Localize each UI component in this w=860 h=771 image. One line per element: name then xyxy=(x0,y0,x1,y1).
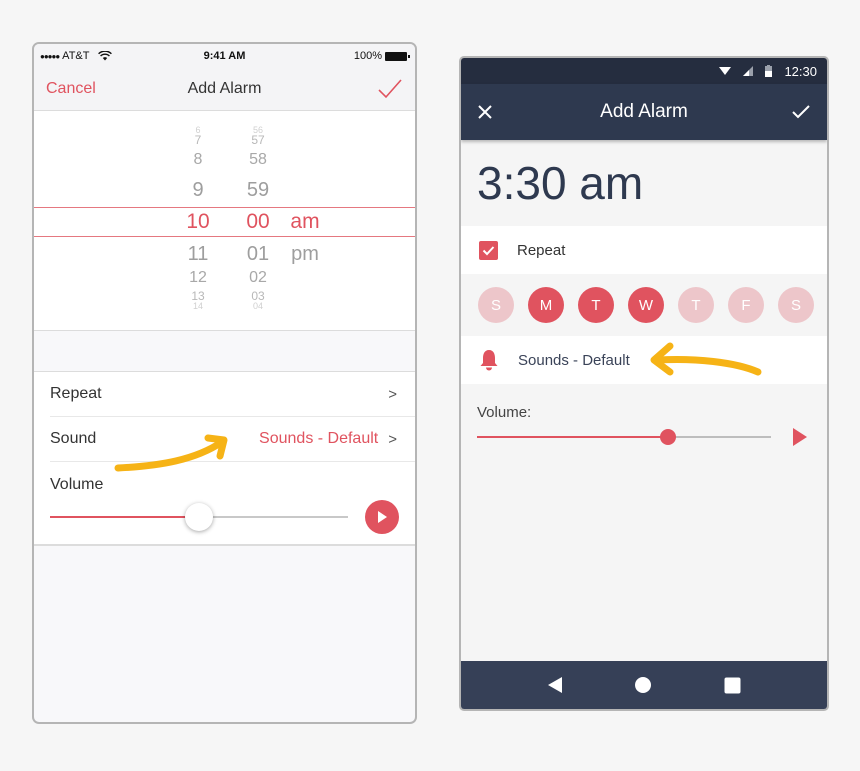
picker-option[interactable]: 14 xyxy=(178,301,218,312)
time-picker[interactable]: 6 7 8 9 10 11 12 13 14 56 57 58 59 00 01 02 03 04 am pm xyxy=(34,111,415,331)
alarm-time-display[interactable]: 3:30 am xyxy=(461,140,827,226)
repeat-row[interactable]: Repeat xyxy=(461,226,827,274)
cancel-button[interactable]: Cancel xyxy=(46,80,96,98)
ios-phone: ●●●●● AT&T 9:41 AM 100% Cancel Add Alarm… xyxy=(32,42,417,724)
repeat-checkbox[interactable] xyxy=(479,240,498,260)
volume-slider-fill xyxy=(477,436,669,438)
ios-nav-bar: Cancel Add Alarm xyxy=(34,68,415,111)
volume-label: Volume: xyxy=(477,404,532,421)
picker-option[interactable]: 8 xyxy=(178,151,218,169)
picker-option[interactable]: 04 xyxy=(238,301,278,312)
picker-selected-value[interactable]: 10 xyxy=(178,207,218,237)
recents-icon[interactable] xyxy=(724,677,741,694)
alarm-settings-list: Repeat > Sound Sounds - Default > Volume xyxy=(34,372,415,546)
picker-option[interactable]: 7 xyxy=(178,133,218,147)
status-time: 12:30 xyxy=(784,63,817,79)
repeat-label: Repeat xyxy=(50,385,102,402)
android-app-bar: Add Alarm xyxy=(461,84,827,140)
play-button[interactable] xyxy=(365,500,399,534)
picker-option[interactable]: 57 xyxy=(238,133,278,147)
chevron-right-icon: > xyxy=(388,385,397,403)
day-toggle[interactable]: W xyxy=(628,287,664,323)
sound-label: Sound xyxy=(50,430,97,447)
day-toggle[interactable]: T xyxy=(578,287,614,323)
android-status-bar: 12:30 xyxy=(461,58,827,84)
cell-signal-icon xyxy=(743,66,754,76)
wifi-icon xyxy=(719,67,732,75)
status-time: 9:41 AM xyxy=(203,50,246,62)
android-phone: 12:30 Add Alarm 3:30 am Repeat SMTWTFS S… xyxy=(459,56,829,711)
volume-slider[interactable] xyxy=(50,503,348,531)
picker-selected-value[interactable]: 00 xyxy=(238,207,278,237)
day-toggle[interactable]: M xyxy=(528,287,564,323)
android-nav-bar xyxy=(461,661,827,709)
picker-option[interactable]: pm xyxy=(284,239,326,269)
day-toggle[interactable]: S xyxy=(478,287,514,323)
ios-status-bar: ●●●●● AT&T 9:41 AM 100% xyxy=(34,44,415,68)
volume-slider[interactable] xyxy=(477,429,771,445)
play-icon[interactable] xyxy=(793,428,807,446)
repeat-label: Repeat xyxy=(517,241,566,259)
battery-icon xyxy=(385,51,410,61)
picker-option[interactable]: 01 xyxy=(238,239,278,269)
sound-row[interactable]: Sound Sounds - Default > xyxy=(50,417,415,462)
volume-slider-thumb[interactable] xyxy=(185,503,213,531)
picker-selected-value[interactable]: am xyxy=(284,207,326,237)
day-selector: SMTWTFS xyxy=(461,274,827,336)
close-icon[interactable] xyxy=(477,104,493,120)
volume-slider-fill xyxy=(50,516,199,518)
home-icon[interactable] xyxy=(634,676,652,694)
picker-option[interactable]: 02 xyxy=(238,269,278,287)
volume-label: Volume xyxy=(50,476,104,493)
back-icon[interactable] xyxy=(547,676,563,694)
section-gap xyxy=(34,331,415,372)
chevron-right-icon: > xyxy=(388,430,397,448)
play-icon xyxy=(378,511,387,523)
picker-option[interactable]: 9 xyxy=(178,175,218,205)
sound-row[interactable]: Sounds - Default xyxy=(461,336,827,384)
volume-row: Volume xyxy=(50,462,415,544)
day-toggle[interactable]: S xyxy=(778,287,814,323)
picker-option[interactable]: 59 xyxy=(238,175,278,205)
day-toggle[interactable]: F xyxy=(728,287,764,323)
volume-section: Volume: xyxy=(461,384,827,464)
picker-option[interactable]: 11 xyxy=(178,239,218,269)
bell-icon xyxy=(480,350,498,371)
picker-selection-band xyxy=(34,207,415,237)
picker-option[interactable]: 12 xyxy=(178,269,218,287)
check-icon[interactable] xyxy=(791,104,811,120)
day-toggle[interactable]: T xyxy=(678,287,714,323)
picker-option[interactable]: 58 xyxy=(238,151,278,169)
checkmark-icon xyxy=(482,245,495,255)
sound-value: Sounds - Default xyxy=(259,430,379,447)
battery-icon xyxy=(765,65,773,77)
repeat-row[interactable]: Repeat > xyxy=(50,372,415,417)
checkmark-icon[interactable] xyxy=(377,77,403,101)
volume-slider-thumb[interactable] xyxy=(660,429,677,445)
page-title: Add Alarm xyxy=(600,101,688,122)
sound-label: Sounds - Default xyxy=(518,351,630,369)
